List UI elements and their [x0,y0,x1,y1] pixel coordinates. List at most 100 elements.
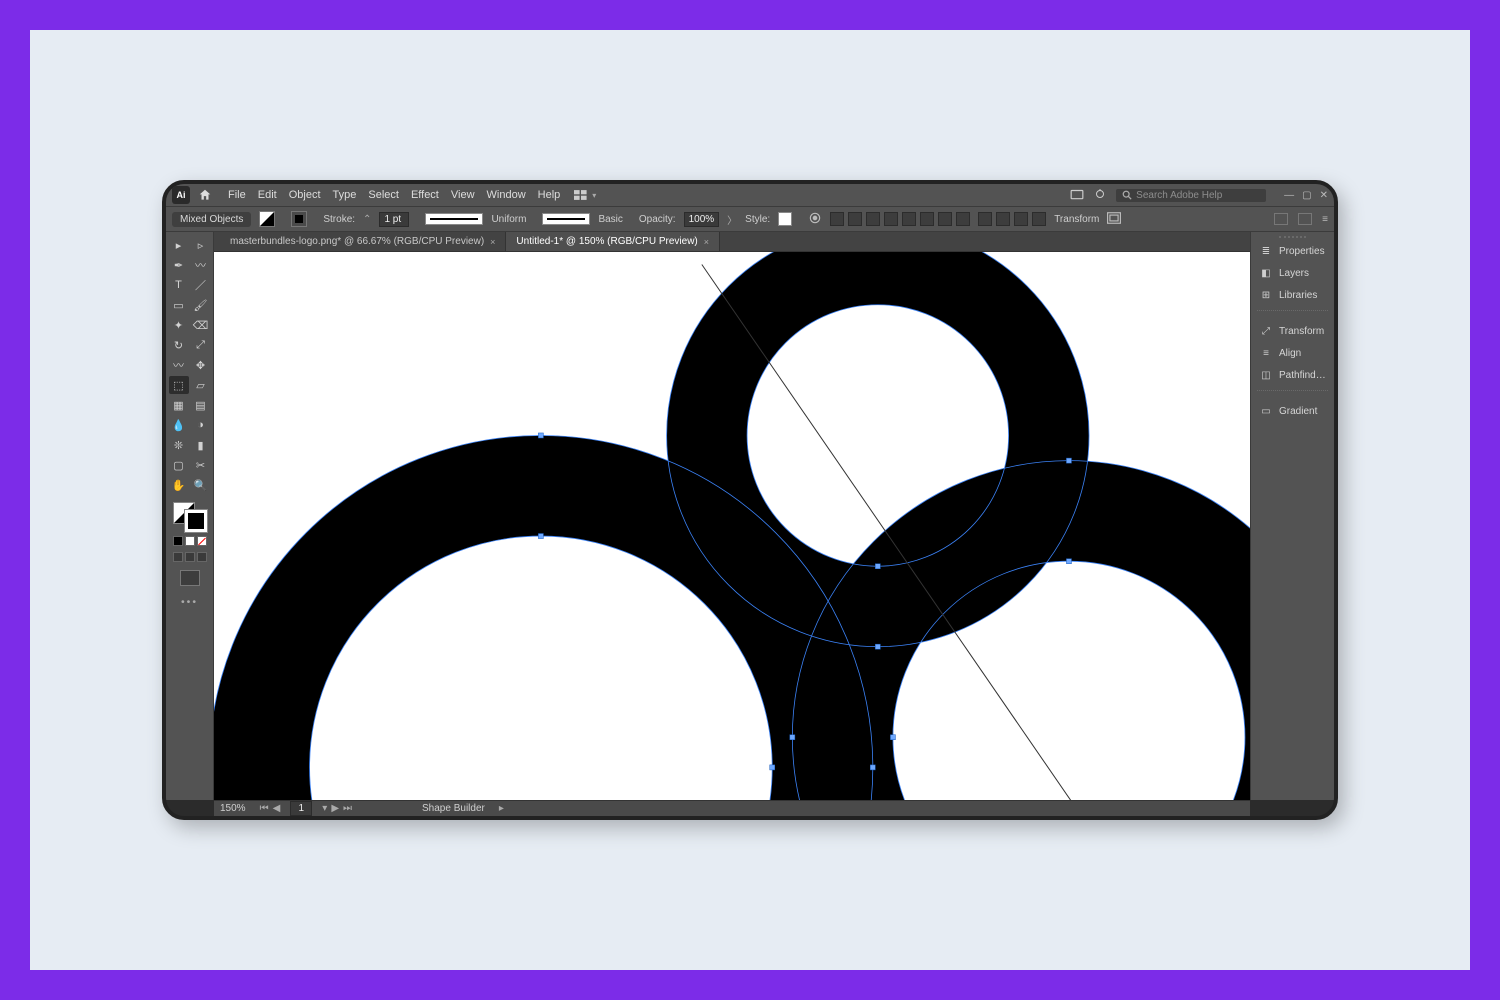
stroke-weight-field[interactable]: 1 pt [379,212,409,227]
edit-toolbar-icon[interactable] [180,570,200,586]
minimize-icon[interactable]: — [1284,190,1294,201]
menu-window[interactable]: Window [487,189,526,201]
menu-edit[interactable]: Edit [258,189,277,201]
dock-item-properties[interactable]: ≣Properties [1251,240,1334,262]
dock-item-layers[interactable]: ◧Layers [1251,262,1334,284]
tool-pen[interactable]: ✒ [169,256,189,274]
fill-stroke-control[interactable] [173,502,207,532]
close-icon[interactable]: ✕ [1320,190,1328,201]
tool-gradient[interactable]: ▤ [191,396,211,414]
tool-slice[interactable]: ✂ [191,456,211,474]
home-icon[interactable] [196,186,214,204]
first-artboard-icon[interactable]: ⏮ [260,803,269,814]
libraries-icon: ⊞ [1259,288,1273,302]
color-mode-gradient-icon[interactable] [185,536,195,546]
panel-toggle-1-icon[interactable] [1274,213,1288,225]
tool-mesh[interactable]: ▦ [169,396,189,414]
screen-mode-1-icon[interactable] [173,552,183,562]
last-artboard-icon[interactable]: ⏭ [343,803,352,814]
tool-graph[interactable]: ▮ [191,436,211,454]
dock-item-libraries[interactable]: ⊞Libraries [1251,284,1334,306]
tab-close-icon[interactable]: × [704,237,709,247]
tool-direct-selection[interactable]: ▹ [191,236,211,254]
tool-curvature[interactable]: 〰 [191,256,211,274]
menu-type[interactable]: Type [333,189,357,201]
menu-view[interactable]: View [451,189,475,201]
cloud-icon[interactable] [1094,188,1106,203]
fill-swatch[interactable] [259,211,275,227]
tool-zoom[interactable]: 🔍 [191,476,211,494]
screen-mode-3-icon[interactable] [197,552,207,562]
minus-front-icon[interactable] [996,212,1010,226]
distribute-h-icon[interactable] [938,212,952,226]
artboard-list-icon[interactable]: ▾ [322,803,327,814]
dock-item-gradient[interactable]: ▭Gradient [1251,400,1334,422]
tool-rotate[interactable]: ↻ [169,336,189,354]
selection-type: Mixed Objects [172,212,251,227]
tool-type[interactable]: T [169,276,189,294]
align-bottom-icon[interactable] [920,212,934,226]
tool-perspective[interactable]: ▱ [191,376,211,394]
menu-select[interactable]: Select [368,189,399,201]
workspace-switcher[interactable] [574,189,596,201]
align-left-icon[interactable] [830,212,844,226]
tab-active[interactable]: Untitled-1* @ 150% (RGB/CPU Preview) × [506,232,720,251]
maximize-icon[interactable]: ▢ [1302,190,1311,201]
tool-blend[interactable]: ◑ [191,416,211,434]
tab-close-icon[interactable]: × [490,237,495,247]
color-mode-solid-icon[interactable] [173,536,183,546]
transform-label[interactable]: Transform [1054,214,1099,225]
tool-scale[interactable]: ⤢ [191,336,211,354]
menu-effect[interactable]: Effect [411,189,439,201]
prev-artboard-icon[interactable]: ◀ [273,803,281,814]
menu-help[interactable]: Help [538,189,561,201]
tool-brush[interactable]: 🖌 [191,296,211,314]
distribute-v-icon[interactable] [956,212,970,226]
tool-symbol-spray[interactable]: ❊ [169,436,189,454]
style-swatch[interactable] [778,212,792,226]
tool-free-transform[interactable]: ✥ [191,356,211,374]
dock-item-pathfind[interactable]: ◫Pathfind… [1251,364,1334,386]
unite-icon[interactable] [978,212,992,226]
brush-preview[interactable] [542,213,590,225]
tool-selection[interactable]: ▸ [169,236,189,254]
tool-artboard[interactable]: ▢ [169,456,189,474]
dock-item-transform[interactable]: ⤢Transform [1251,320,1334,342]
share-icon[interactable] [1070,188,1084,203]
stroke-color-icon[interactable] [185,510,207,532]
zoom-level[interactable]: 150% [220,803,250,814]
recolor-icon[interactable] [808,211,822,228]
tool-shaper[interactable]: ✦ [169,316,189,334]
canvas[interactable] [214,252,1250,800]
artboard-number[interactable]: 1 [290,801,312,816]
current-tool-label: Shape Builder [422,803,485,814]
align-right-icon[interactable] [866,212,880,226]
dock-item-align[interactable]: ≡Align [1251,342,1334,364]
align-top-icon[interactable] [884,212,898,226]
tool-shape-builder[interactable]: ⬚ [169,376,189,394]
menu-object[interactable]: Object [289,189,321,201]
color-mode-none-icon[interactable] [197,536,207,546]
tool-width[interactable]: 〰 [169,356,189,374]
search-adobe-help[interactable]: Search Adobe Help [1116,189,1266,202]
panel-toggle-2-icon[interactable] [1298,213,1312,225]
opacity-field[interactable]: 100% [684,212,720,227]
align-vcenter-icon[interactable] [902,212,916,226]
screen-mode-2-icon[interactable] [185,552,195,562]
intersect-icon[interactable] [1014,212,1028,226]
menu-file[interactable]: File [228,189,246,201]
tab-inactive[interactable]: masterbundles-logo.png* @ 66.67% (RGB/CP… [220,232,506,251]
tool-line[interactable]: ／ [191,276,211,294]
tool-hand[interactable]: ✋ [169,476,189,494]
stroke-profile-preview[interactable] [425,213,483,225]
toolbar-more-icon[interactable]: ••• [181,596,198,608]
exclude-icon[interactable] [1032,212,1046,226]
isolate-icon[interactable] [1107,212,1121,227]
stroke-swatch[interactable] [291,211,307,227]
tool-rect[interactable]: ▭ [169,296,189,314]
next-artboard-icon[interactable]: ▶ [331,803,339,814]
align-hcenter-icon[interactable] [848,212,862,226]
tool-eraser[interactable]: ⌫ [191,316,211,334]
panel-menu-icon[interactable]: ≡ [1322,214,1328,225]
tool-eyedropper[interactable]: 💧 [169,416,189,434]
